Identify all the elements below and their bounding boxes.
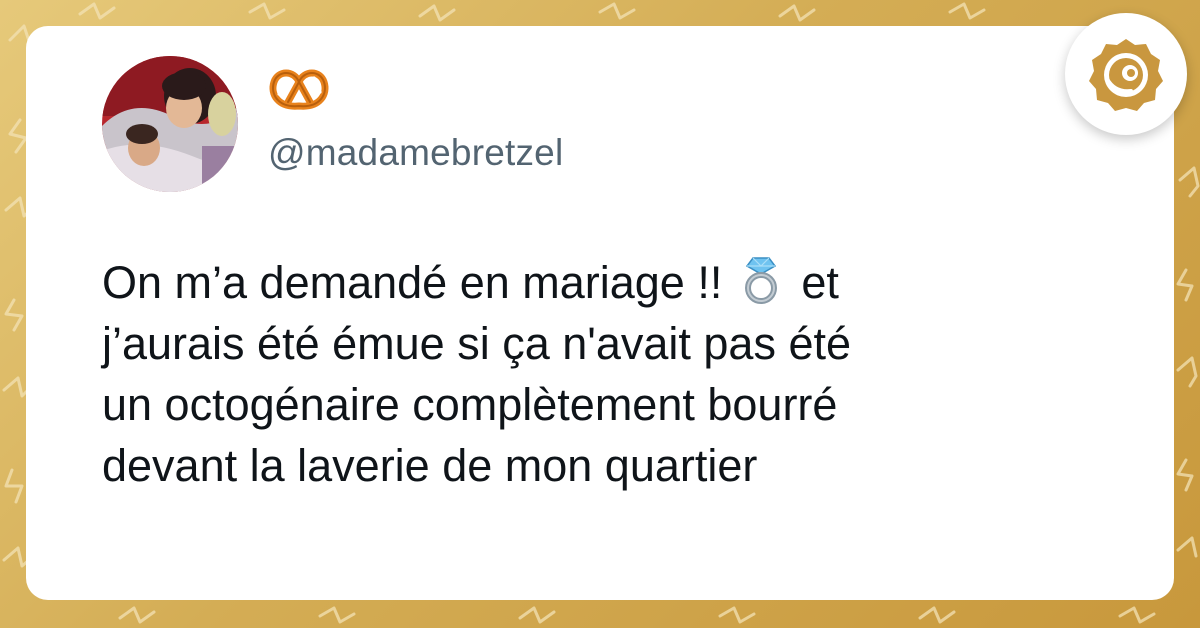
brand-logo-icon xyxy=(1089,39,1163,111)
tweet-line-1: On m’a demandé en mariage !! et xyxy=(102,252,1132,313)
tweet-line-3: un octogénaire complètement bourré xyxy=(102,379,838,430)
ring-icon xyxy=(739,254,783,304)
pretzel-icon xyxy=(266,64,332,114)
user-handle[interactable]: @madamebretzel xyxy=(268,132,563,174)
tweet-line-1-tail: et xyxy=(801,257,839,308)
brand-logo-badge xyxy=(1065,13,1187,135)
tweet-card: @madamebretzel On m’a demandé en mariage… xyxy=(26,26,1174,600)
tweet-line-4: devant la laverie de mon quartier xyxy=(102,440,758,491)
tweet-line-2: j’aurais été émue si ça n'avait pas été xyxy=(102,318,852,369)
tweet-line-1-text: On m’a demandé en mariage !! xyxy=(102,257,723,308)
tweet-text: On m’a demandé en mariage !! et j’aurais… xyxy=(102,252,1132,496)
avatar[interactable] xyxy=(102,56,238,192)
